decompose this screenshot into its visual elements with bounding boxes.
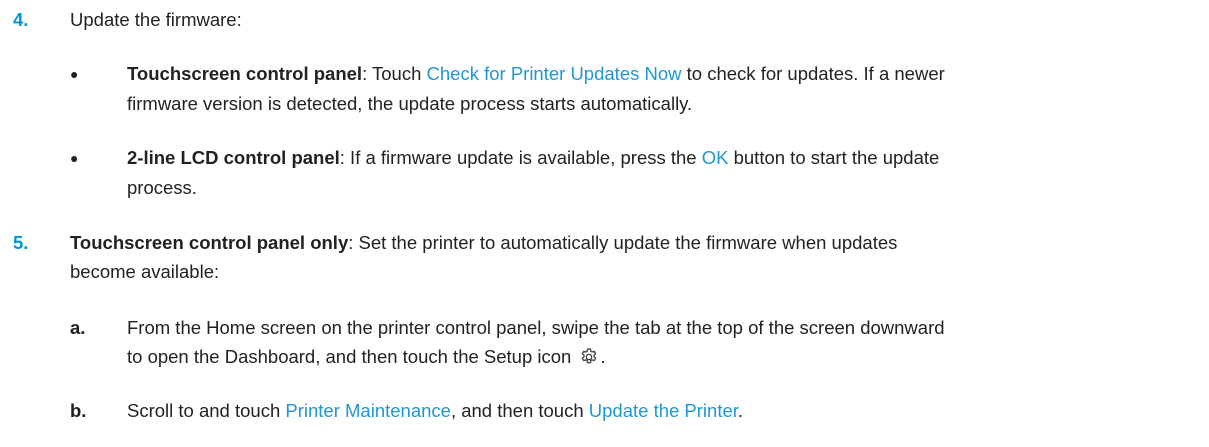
bullet-text: : Touch: [362, 63, 427, 84]
step-text-rest: : Set the printer to automatically updat…: [348, 232, 898, 253]
substep-text: Scroll to and touch Printer Maintenance,…: [127, 396, 743, 426]
printer-maintenance-link[interactable]: Printer Maintenance: [285, 400, 451, 421]
bullet-item: Touchscreen control panel: Touch Check f…: [127, 59, 945, 89]
substep-text: .: [600, 346, 606, 367]
bullet-item: 2-line LCD control panel: If a firmware …: [127, 143, 939, 173]
substep-text-line: to open the Dashboard, and then touch th…: [127, 342, 606, 376]
gear-icon: [579, 346, 599, 376]
substep-text: .: [737, 400, 744, 421]
step-text: Touchscreen control panel only: Set the …: [70, 228, 897, 258]
bullet-text: to check for updates. If a newer: [681, 63, 945, 84]
step-text: Update the firmware:: [70, 9, 242, 30]
bullet-label: Touchscreen control panel: [127, 63, 363, 84]
substep-letter: a.: [70, 317, 86, 338]
step-number: 5.: [13, 232, 29, 253]
update-printer-link[interactable]: Update the Printer: [589, 400, 738, 421]
step-number: 4.: [13, 9, 29, 30]
bullet-icon: ●: [70, 66, 79, 82]
step-label: Touchscreen control panel only: [70, 232, 349, 253]
bullet-text: : If a firmware update is available, pre…: [339, 147, 702, 168]
bullet-text: button to start the update: [728, 147, 940, 168]
substep-text: to open the Dashboard, and then touch th…: [127, 346, 577, 367]
substep-text: Scroll to and touch: [127, 400, 286, 421]
check-updates-link[interactable]: Check for Printer Updates Now: [427, 63, 682, 84]
ok-button-link[interactable]: OK: [702, 147, 729, 168]
bullet-text-line: firmware version is detected, the update…: [127, 93, 693, 114]
substep-letter: b.: [70, 400, 87, 421]
substep-text: , and then touch: [450, 400, 589, 421]
step-text-line: become available:: [70, 261, 220, 282]
bullet-icon: ●: [70, 150, 79, 166]
substep-text: From the Home screen on the printer cont…: [127, 317, 945, 338]
bullet-text-line: process.: [127, 177, 197, 198]
bullet-label: 2-line LCD control panel: [127, 147, 340, 168]
